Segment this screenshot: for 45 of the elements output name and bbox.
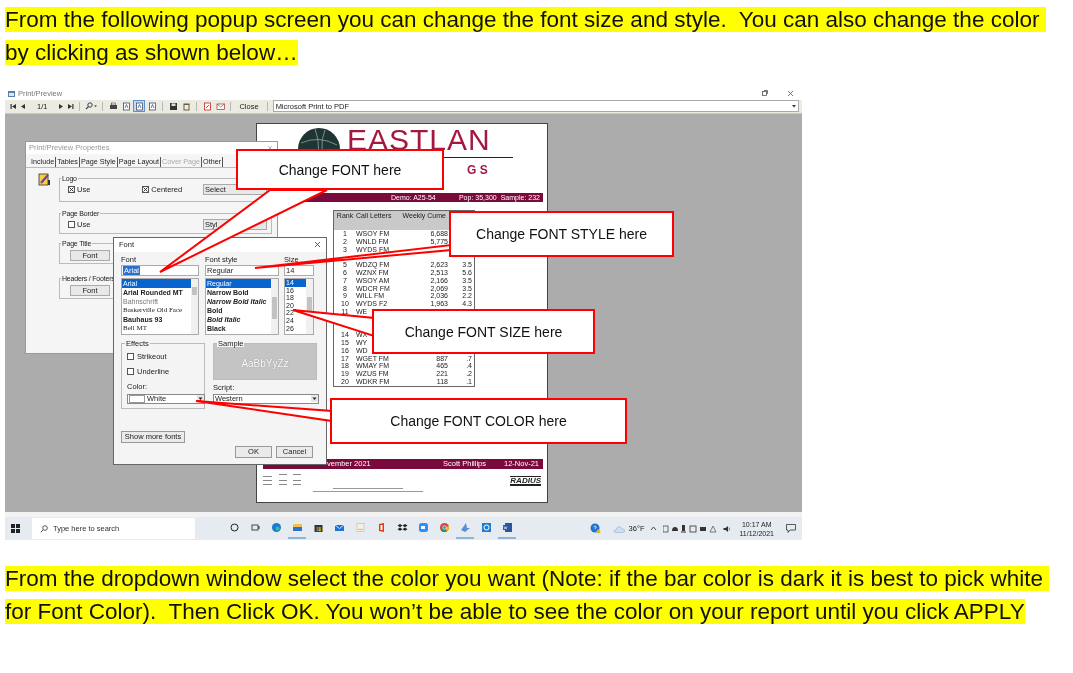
scrollbar[interactable] [306, 278, 313, 334]
print-icon[interactable] [108, 101, 119, 112]
callout-text: Change FONT COLOR here [390, 413, 567, 429]
fine-print-drawing [263, 473, 303, 488]
next-icon[interactable] [58, 102, 65, 110]
zoom-icon[interactable] [85, 102, 98, 111]
chevron-up-icon[interactable] [650, 525, 658, 532]
scrollbar[interactable] [191, 278, 198, 334]
tray-icons-drawing [663, 524, 718, 533]
search-icon [40, 524, 48, 533]
callout-text: Change FONT STYLE here [476, 226, 647, 242]
checkbox[interactable] [127, 352, 134, 360]
restore-icon[interactable] [761, 90, 768, 98]
help-icon[interactable] [589, 523, 601, 534]
pdf-icon[interactable] [202, 101, 213, 112]
speaker-icon[interactable] [723, 524, 732, 533]
close-icon[interactable] [267, 144, 273, 151]
email-icon[interactable] [215, 101, 226, 112]
cloud-icon [612, 524, 625, 533]
report-logo: RADIUS [510, 475, 541, 486]
checkbox[interactable] [127, 367, 134, 375]
close-icon[interactable] [787, 90, 794, 98]
scrollbar[interactable] [271, 278, 278, 334]
windows-icon[interactable] [11, 524, 20, 533]
previous-icon[interactable] [20, 102, 26, 110]
caret-icon [311, 395, 318, 403]
close-icon[interactable] [314, 241, 321, 249]
caret-icon [791, 103, 797, 110]
app-icon [8, 91, 15, 97]
page-icon[interactable] [147, 101, 158, 112]
checkbox[interactable] [68, 220, 75, 228]
page-icon[interactable] [134, 101, 145, 112]
clipboard-icon[interactable] [181, 101, 192, 112]
callout-text: Change FONT SIZE here [404, 323, 563, 340]
pencil-page-icon [37, 171, 51, 186]
page-icon[interactable] [121, 101, 132, 112]
checkbox[interactable] [142, 185, 150, 193]
sample-text: AaBbYyZz [241, 357, 289, 369]
checkbox[interactable] [68, 185, 75, 193]
save-icon[interactable] [168, 101, 179, 112]
notification-icon[interactable] [786, 524, 796, 533]
callout-text: Change FONT here [278, 161, 402, 178]
last-page-icon[interactable] [67, 102, 75, 110]
brand-subtitle: G S [467, 162, 488, 177]
first-page-icon[interactable] [10, 102, 17, 110]
